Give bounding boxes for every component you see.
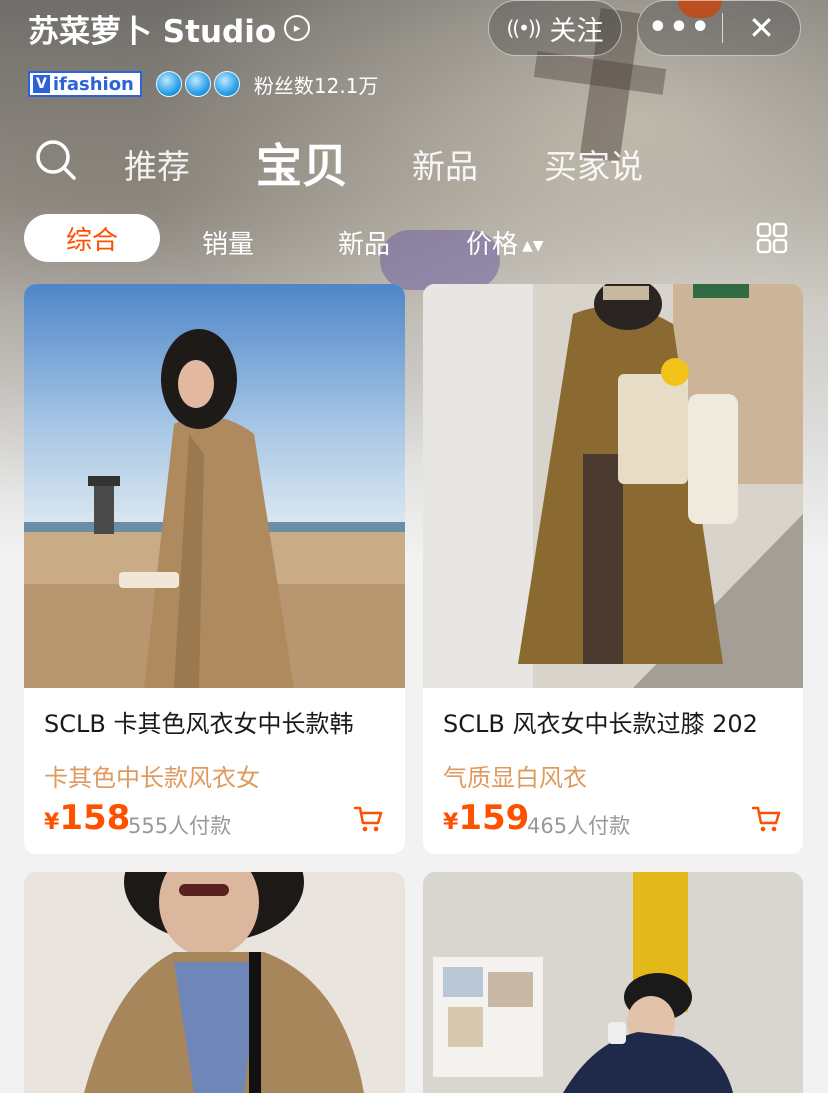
chevron-right-icon: ▸	[284, 15, 311, 41]
shop-level-crowns	[155, 71, 240, 97]
product-subtitle: 卡其色中长款风衣女	[44, 764, 260, 792]
tab-recommend[interactable]: 推荐	[124, 140, 190, 188]
sort-filter-bar: 综合 销量 新品 价格 ▲▼	[0, 212, 828, 264]
add-to-cart-icon[interactable]	[353, 804, 383, 834]
sort-new[interactable]: 新品	[338, 224, 390, 261]
grid-view-icon[interactable]	[756, 222, 788, 254]
sort-comprehensive[interactable]: 综合	[24, 214, 160, 262]
add-to-cart-icon[interactable]	[751, 804, 781, 834]
price-value: 158	[59, 798, 131, 838]
follow-button[interactable]: ((•)) 关注	[488, 0, 622, 56]
price-value: 159	[458, 798, 530, 838]
currency-symbol: ¥	[443, 810, 459, 835]
sort-sales[interactable]: 销量	[202, 224, 254, 261]
product-image	[24, 872, 405, 1093]
tab-buyer-reviews[interactable]: 买家说	[544, 140, 643, 188]
live-broadcast-icon: ((•))	[506, 16, 541, 40]
ifashion-logo-icon: V	[33, 75, 50, 93]
product-card[interactable]: SCLB 卡其色风衣女中长款韩 卡其色中长款风衣女 ¥158 555人付款	[24, 284, 405, 854]
product-subtitle: 气质显白风衣	[443, 764, 587, 792]
product-card[interactable]	[423, 872, 803, 1093]
sort-arrows-icon: ▲▼	[522, 237, 544, 254]
shop-nav: 推荐 宝贝 新品 买家说	[0, 118, 828, 198]
crown-icon	[213, 71, 240, 97]
sold-count: 465人付款	[527, 814, 631, 838]
shop-name-text: 苏菜萝卜 Studio	[28, 13, 277, 50]
product-image	[423, 872, 803, 1093]
shop-name[interactable]: 苏菜萝卜 Studio ▸	[28, 8, 311, 50]
sold-count: 555人付款	[128, 814, 232, 838]
tab-new-arrivals[interactable]: 新品	[412, 140, 478, 188]
sort-price[interactable]: 价格 ▲▼	[466, 224, 544, 261]
ifashion-label: ifashion	[52, 73, 134, 95]
mini-program-capsule: ••• ✕	[637, 0, 801, 56]
close-icon[interactable]: ✕	[723, 0, 800, 56]
ifashion-badge: V ifashion	[28, 71, 142, 97]
product-title: SCLB 风衣女中长款过膝 202	[443, 710, 758, 738]
crown-icon	[184, 71, 211, 97]
crown-icon	[155, 71, 182, 97]
product-title: SCLB 卡其色风衣女中长款韩	[44, 710, 354, 738]
product-image	[24, 284, 405, 688]
product-card[interactable]: SCLB 风衣女中长款过膝 202 气质显白风衣 ¥159 465人付款	[423, 284, 803, 854]
shop-badges: V ifashion 粉丝数12.1万	[28, 70, 378, 98]
tab-products[interactable]: 宝贝	[256, 130, 348, 196]
search-icon[interactable]	[34, 138, 76, 180]
product-price: ¥158	[44, 798, 130, 838]
currency-symbol: ¥	[44, 810, 60, 835]
more-icon[interactable]: •••	[638, 0, 722, 56]
product-price: ¥159	[443, 798, 529, 838]
follow-label: 关注	[549, 15, 604, 47]
sort-price-label: 价格	[466, 230, 519, 260]
product-card[interactable]	[24, 872, 405, 1093]
fan-count: 粉丝数12.1万	[253, 73, 379, 98]
product-image	[423, 284, 803, 688]
